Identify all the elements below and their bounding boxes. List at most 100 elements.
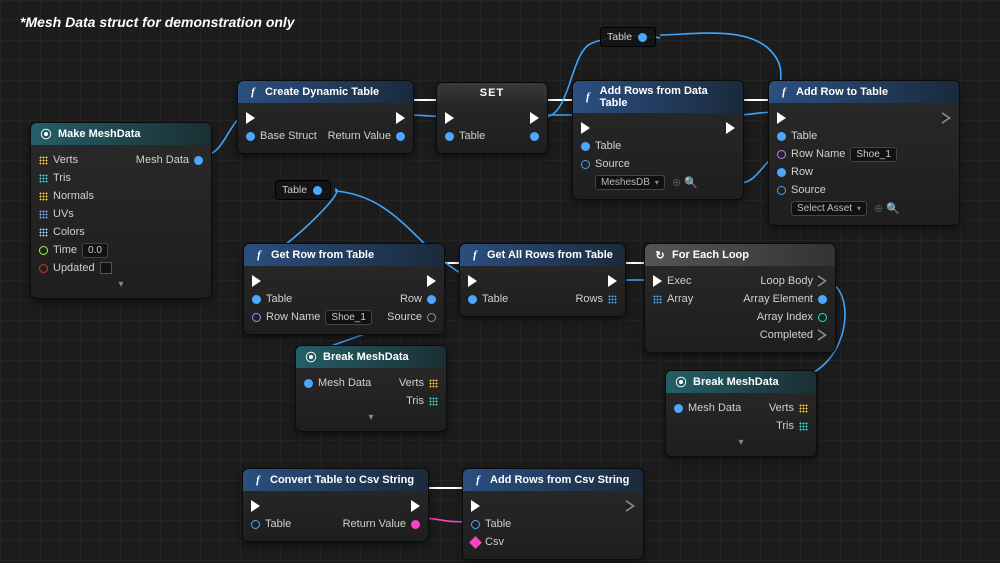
node-title: Make MeshData bbox=[58, 128, 141, 140]
node-break-meshdata-1[interactable]: ⦿Break MeshData Mesh DataVerts Tris ▾ bbox=[295, 345, 447, 432]
exec-out[interactable] bbox=[427, 275, 436, 287]
node-add-rows-csv[interactable]: fAdd Rows from Csv String Table Csv bbox=[462, 468, 644, 560]
exec-in[interactable] bbox=[653, 275, 662, 287]
pin-uvs[interactable] bbox=[39, 210, 48, 219]
pin-tris-out[interactable] bbox=[429, 397, 438, 406]
node-title: Break MeshData bbox=[323, 351, 409, 363]
node-convert-table-csv[interactable]: fConvert Table to Csv String TableReturn… bbox=[242, 468, 429, 542]
pin-table[interactable] bbox=[777, 132, 786, 141]
pin-rows-out[interactable] bbox=[608, 295, 617, 304]
node-create-dynamic-table[interactable]: fCreate Dynamic Table Base Struct Return… bbox=[237, 80, 414, 154]
exec-in[interactable] bbox=[246, 112, 255, 124]
node-title: For Each Loop bbox=[672, 249, 749, 261]
node-title: Get Row from Table bbox=[271, 249, 374, 261]
reroute-table-mid[interactable]: Table bbox=[275, 180, 331, 200]
exec-in[interactable] bbox=[468, 275, 477, 287]
pin-table[interactable] bbox=[581, 142, 590, 151]
pin-meshdata-in[interactable] bbox=[674, 404, 683, 413]
pin-return-string[interactable] bbox=[411, 520, 420, 529]
exec-out[interactable] bbox=[726, 122, 735, 134]
exec-out[interactable] bbox=[608, 275, 617, 287]
node-title: Break MeshData bbox=[693, 376, 779, 388]
function-icon: f bbox=[581, 90, 595, 104]
exec-in[interactable] bbox=[252, 275, 261, 287]
expand-icon[interactable]: ▾ bbox=[674, 435, 808, 448]
source-asset-drop[interactable]: Select Asset bbox=[791, 201, 867, 216]
pin-verts-out[interactable] bbox=[429, 379, 438, 388]
node-add-row-to-table[interactable]: fAdd Row to Table Table Row NameShoe_1 R… bbox=[768, 80, 960, 226]
pin-array[interactable] bbox=[653, 295, 662, 304]
node-title: Create Dynamic Table bbox=[265, 86, 379, 98]
exec-out[interactable] bbox=[942, 112, 951, 124]
pin-table[interactable] bbox=[252, 295, 261, 304]
break-struct-icon: ⦿ bbox=[674, 375, 688, 389]
asset-picker-icon[interactable]: ⊕ 🔍 bbox=[874, 202, 900, 215]
asset-picker-icon[interactable]: ⊕ 🔍 bbox=[672, 176, 698, 189]
exec-in[interactable] bbox=[251, 500, 260, 512]
exec-in[interactable] bbox=[471, 500, 480, 512]
function-icon: f bbox=[252, 248, 266, 262]
source-dropdown[interactable]: MeshesDB bbox=[595, 175, 665, 190]
node-get-all-rows[interactable]: fGet All Rows from Table Table Rows bbox=[459, 243, 626, 317]
node-break-meshdata-2[interactable]: ⦿Break MeshData Mesh DataVerts Tris ▾ bbox=[665, 370, 817, 457]
exec-out[interactable] bbox=[530, 112, 539, 124]
pin-normals[interactable] bbox=[39, 192, 48, 201]
pin-return[interactable] bbox=[396, 132, 405, 141]
exec-in[interactable] bbox=[777, 112, 786, 124]
function-icon: f bbox=[246, 85, 260, 99]
function-icon: f bbox=[251, 473, 265, 487]
pin-array-element[interactable] bbox=[818, 295, 827, 304]
pin-tris-out[interactable] bbox=[799, 422, 808, 431]
pin-updated[interactable] bbox=[39, 264, 48, 273]
rowname-input[interactable]: Shoe_1 bbox=[325, 310, 371, 325]
pin-verts[interactable] bbox=[39, 156, 48, 165]
function-icon: f bbox=[471, 473, 485, 487]
exec-completed[interactable] bbox=[818, 329, 827, 341]
node-get-row-from-table[interactable]: fGet Row from Table Table Row Row NameSh… bbox=[243, 243, 445, 335]
pin-array-index[interactable] bbox=[818, 313, 827, 322]
pin-row[interactable] bbox=[777, 168, 786, 177]
pin-tris[interactable] bbox=[39, 174, 48, 183]
pin-colors[interactable] bbox=[39, 228, 48, 237]
expand-icon[interactable]: ▾ bbox=[304, 410, 438, 423]
pin-table[interactable] bbox=[251, 520, 260, 529]
pin-table-in[interactable] bbox=[445, 132, 454, 141]
pin-table[interactable] bbox=[471, 520, 480, 529]
expand-icon[interactable]: ▾ bbox=[39, 277, 203, 290]
exec-in[interactable] bbox=[581, 122, 590, 134]
rowname-input[interactable]: Shoe_1 bbox=[850, 147, 896, 162]
time-value[interactable]: 0.0 bbox=[82, 243, 108, 258]
node-add-rows-data-table[interactable]: fAdd Rows from Data Table Table Source M… bbox=[572, 80, 744, 200]
node-for-each-loop[interactable]: ↻For Each Loop ExecLoop Body ArrayArray … bbox=[644, 243, 836, 353]
pin-row-out[interactable] bbox=[427, 295, 436, 304]
make-struct-icon: ⦿ bbox=[39, 127, 53, 141]
pin-base-struct[interactable] bbox=[246, 132, 255, 141]
pin-meshdata-in[interactable] bbox=[304, 379, 313, 388]
pin-source[interactable] bbox=[777, 186, 786, 195]
pin-csv[interactable] bbox=[469, 536, 482, 549]
pin-table-out[interactable] bbox=[530, 132, 539, 141]
exec-out[interactable] bbox=[396, 112, 405, 124]
updated-checkbox[interactable] bbox=[100, 262, 112, 274]
exec-in[interactable] bbox=[445, 112, 454, 124]
exec-out[interactable] bbox=[411, 500, 420, 512]
annotation: *Mesh Data struct for demonstration only bbox=[20, 14, 295, 30]
pin-table[interactable] bbox=[468, 295, 477, 304]
node-title: Get All Rows from Table bbox=[487, 249, 613, 261]
pin-source-out[interactable] bbox=[427, 313, 436, 322]
reroute-table-top[interactable]: Table bbox=[600, 27, 656, 47]
exec-out[interactable] bbox=[626, 500, 635, 512]
pin-rowname[interactable] bbox=[777, 150, 786, 159]
pin-meshdata-out[interactable] bbox=[194, 156, 203, 165]
node-make-meshdata[interactable]: ⦿Make MeshData Verts Mesh Data Tris Norm… bbox=[30, 122, 212, 299]
node-title: Add Rows from Csv String bbox=[490, 474, 629, 486]
pin-verts-out[interactable] bbox=[799, 404, 808, 413]
function-icon: f bbox=[777, 85, 791, 99]
pin-rowname[interactable] bbox=[252, 313, 261, 322]
exec-loop-body[interactable] bbox=[818, 275, 827, 287]
node-set[interactable]: SET Table bbox=[436, 82, 548, 154]
node-title: Convert Table to Csv String bbox=[270, 474, 414, 486]
pin-source[interactable] bbox=[581, 160, 590, 169]
function-icon: f bbox=[468, 248, 482, 262]
pin-time[interactable] bbox=[39, 246, 48, 255]
